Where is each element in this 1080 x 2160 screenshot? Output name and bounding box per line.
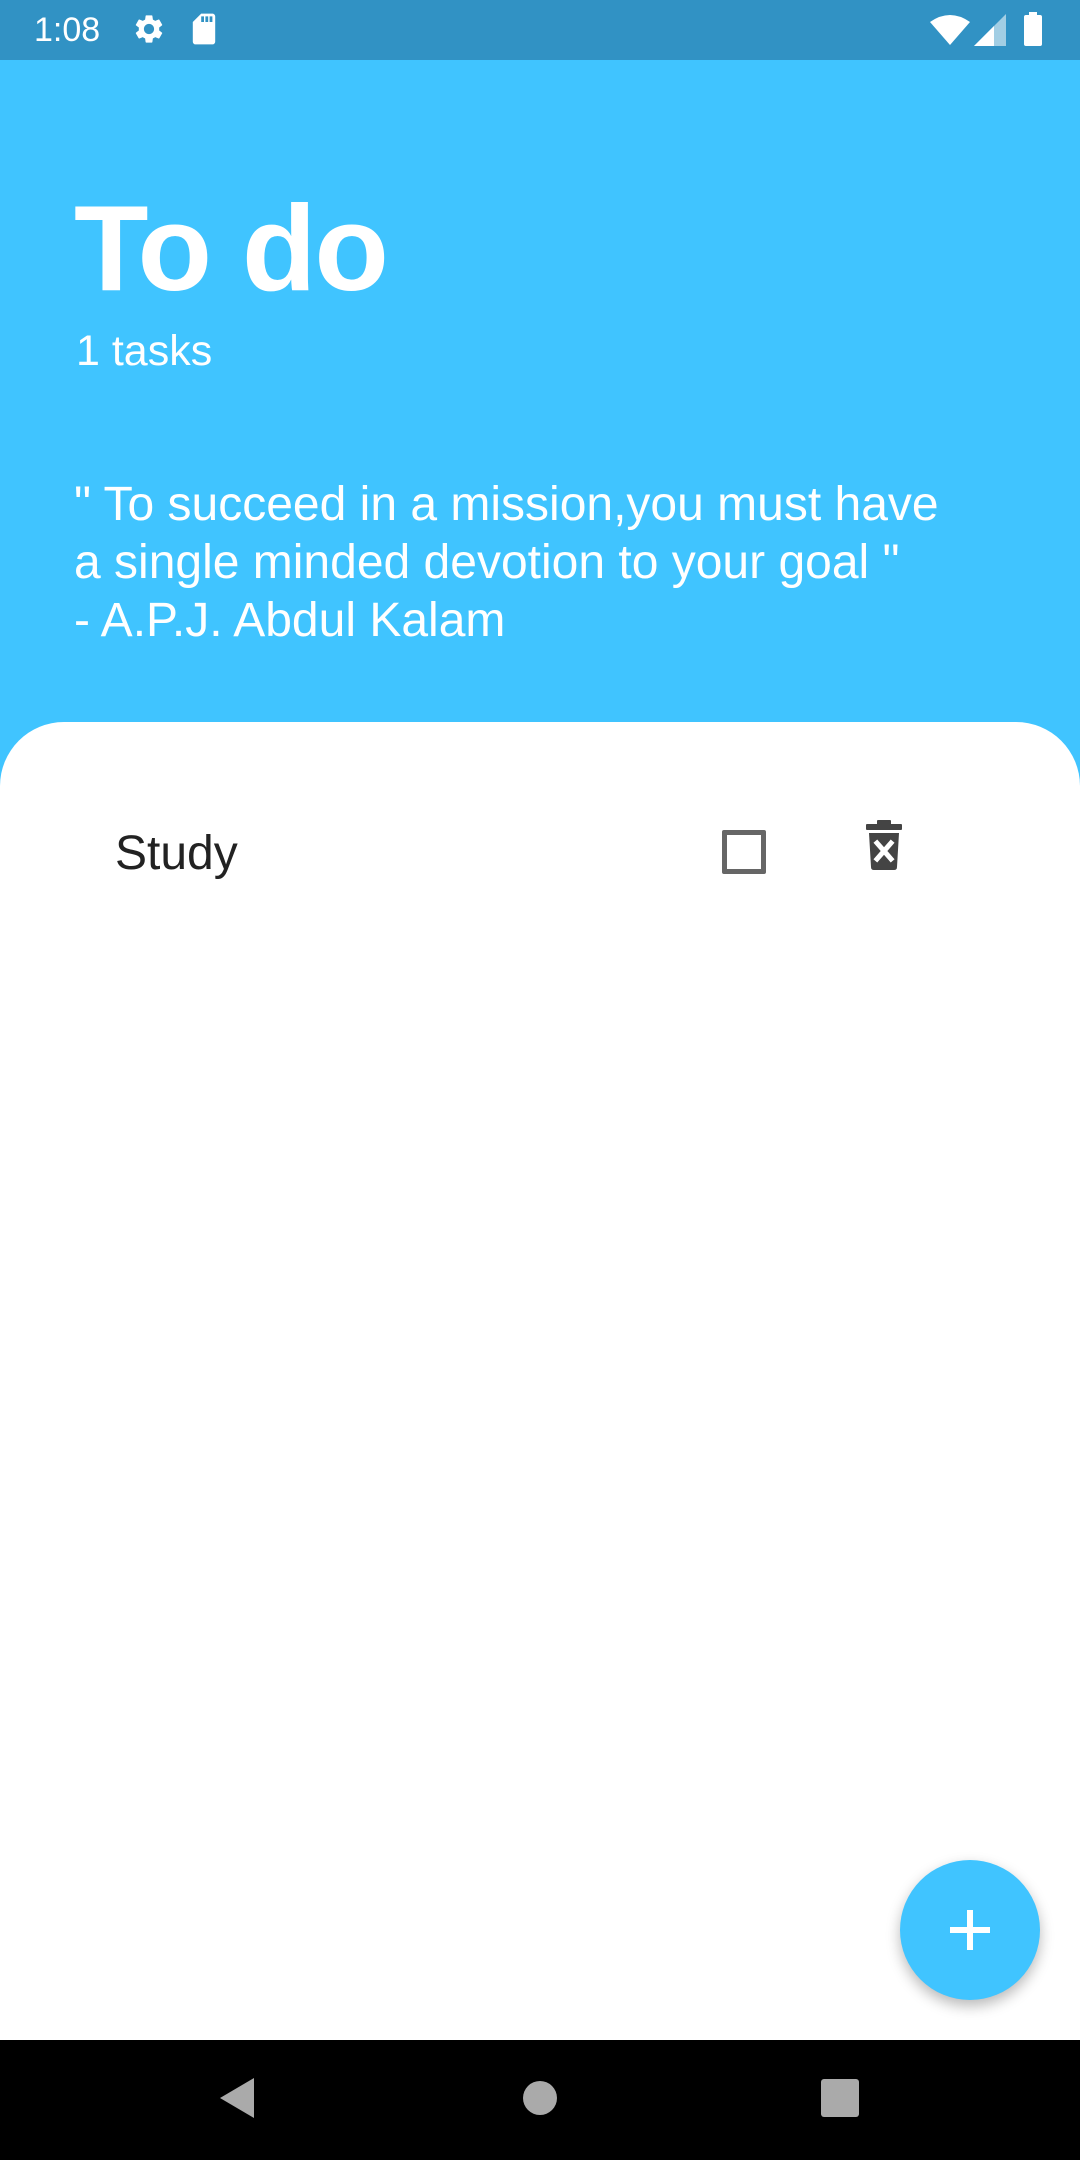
quote-author: - A.P.J. Abdul Kalam xyxy=(74,594,506,647)
trash-icon[interactable] xyxy=(864,820,904,870)
quote-line: " To succeed in a mission,you must have xyxy=(74,478,939,531)
task-list-card: Study xyxy=(0,722,1080,2040)
status-bar: 1:08 xyxy=(0,0,1080,60)
list-item: Study xyxy=(0,802,1080,902)
status-time: 1:08 xyxy=(34,11,101,49)
home-icon[interactable] xyxy=(522,2076,558,2125)
task-count: 1 tasks xyxy=(76,327,213,375)
app-screen: 1:08 To do 1 tasks " To succeed in a mis… xyxy=(0,0,1080,2160)
wifi-icon xyxy=(930,14,970,51)
back-icon[interactable] xyxy=(218,2076,258,2125)
quote-line: a single minded devotion to your goal " xyxy=(74,536,900,589)
checkbox-unchecked-icon[interactable] xyxy=(722,830,766,874)
sd-card-icon xyxy=(190,12,218,51)
plus-icon xyxy=(950,1910,990,1950)
recents-icon[interactable] xyxy=(820,2076,860,2125)
battery-icon xyxy=(1024,12,1042,51)
add-task-button[interactable] xyxy=(900,1860,1040,2000)
quote: " To succeed in a mission,you must have … xyxy=(74,476,1034,650)
navigation-bar xyxy=(0,2040,1080,2160)
page-title: To do xyxy=(74,180,389,316)
task-label: Study xyxy=(115,827,238,880)
gear-icon xyxy=(132,12,166,51)
signal-icon xyxy=(974,14,1006,51)
